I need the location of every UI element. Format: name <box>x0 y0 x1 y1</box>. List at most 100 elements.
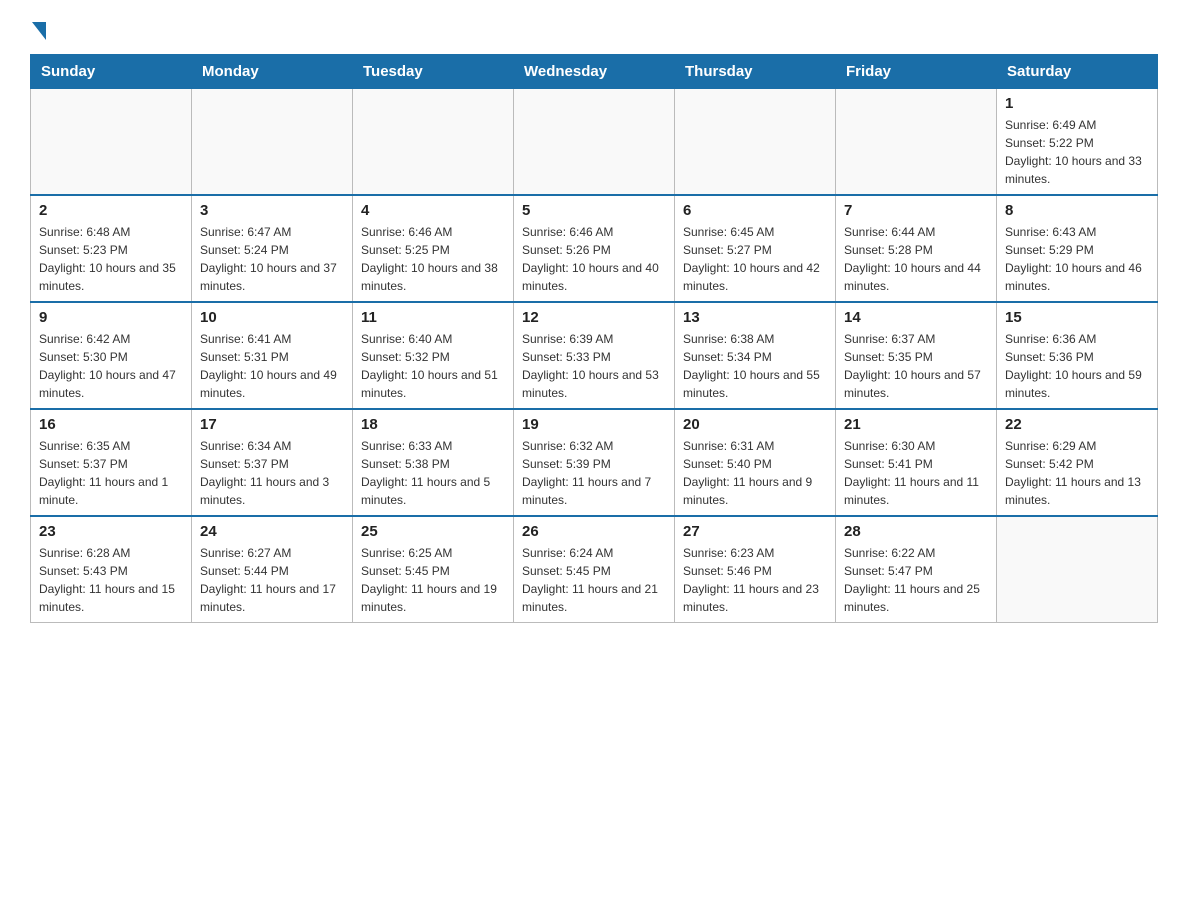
day-info: Sunrise: 6:28 AMSunset: 5:43 PMDaylight:… <box>39 544 183 616</box>
day-info: Sunrise: 6:40 AMSunset: 5:32 PMDaylight:… <box>361 330 505 402</box>
calendar-day-cell <box>514 89 675 196</box>
calendar-day-cell <box>836 89 997 196</box>
calendar-day-cell: 15Sunrise: 6:36 AMSunset: 5:36 PMDayligh… <box>997 302 1158 409</box>
day-info: Sunrise: 6:22 AMSunset: 5:47 PMDaylight:… <box>844 544 988 616</box>
day-number: 22 <box>1005 416 1149 433</box>
calendar-day-cell: 14 Sunrise: 6:37 AMSunset: 5:35 PMDayligh… <box>836 302 997 409</box>
day-of-week-header: Friday <box>836 55 997 89</box>
calendar-day-cell: 27 Sunrise: 6:23 AMSunset: 5:46 PMDayligh… <box>675 516 836 623</box>
day-number: 7 <box>844 202 988 219</box>
day-of-week-header: Thursday <box>675 55 836 89</box>
calendar-day-cell: 25 Sunrise: 6:25 AMSunset: 5:45 PMDayligh… <box>353 516 514 623</box>
calendar-day-cell: 28 Sunrise: 6:22 AMSunset: 5:47 PMDayligh… <box>836 516 997 623</box>
calendar-week-row: 2Sunrise: 6:48 AMSunset: 5:23 PMDaylight… <box>31 195 1158 302</box>
day-info: Sunrise: 6:33 AMSunset: 5:38 PMDaylight:… <box>361 437 505 509</box>
calendar-day-cell: 7 Sunrise: 6:44 AMSunset: 5:28 PMDaylight… <box>836 195 997 302</box>
day-number: 13 <box>683 309 827 326</box>
day-number: 20 <box>683 416 827 433</box>
calendar-day-cell <box>353 89 514 196</box>
calendar-day-cell: 21 Sunrise: 6:30 AMSunset: 5:41 PMDayligh… <box>836 409 997 516</box>
calendar-day-cell: 9 Sunrise: 6:42 AMSunset: 5:30 PMDaylight… <box>31 302 192 409</box>
day-info: Sunrise: 6:38 AMSunset: 5:34 PMDaylight:… <box>683 330 827 402</box>
calendar-week-row: 23 Sunrise: 6:28 AMSunset: 5:43 PMDayligh… <box>31 516 1158 623</box>
day-info: Sunrise: 6:42 AMSunset: 5:30 PMDaylight:… <box>39 330 183 402</box>
day-number: 14 <box>844 309 988 326</box>
day-info: Sunrise: 6:46 AMSunset: 5:25 PMDaylight:… <box>361 223 505 295</box>
day-info: Sunrise: 6:34 AMSunset: 5:37 PMDaylight:… <box>200 437 344 509</box>
calendar-day-cell: 6 Sunrise: 6:45 AMSunset: 5:27 PMDaylight… <box>675 195 836 302</box>
day-number: 16 <box>39 416 183 433</box>
day-info: Sunrise: 6:39 AMSunset: 5:33 PMDaylight:… <box>522 330 666 402</box>
day-info: Sunrise: 6:47 AMSunset: 5:24 PMDaylight:… <box>200 223 344 295</box>
calendar-day-cell: 3 Sunrise: 6:47 AMSunset: 5:24 PMDaylight… <box>192 195 353 302</box>
calendar-week-row: 1 Sunrise: 6:49 AMSunset: 5:22 PMDaylight… <box>31 89 1158 196</box>
day-number: 26 <box>522 523 666 540</box>
calendar-day-cell: 24 Sunrise: 6:27 AMSunset: 5:44 PMDayligh… <box>192 516 353 623</box>
day-info: Sunrise: 6:41 AMSunset: 5:31 PMDaylight:… <box>200 330 344 402</box>
day-number: 21 <box>844 416 988 433</box>
calendar-day-cell: 10 Sunrise: 6:41 AMSunset: 5:31 PMDayligh… <box>192 302 353 409</box>
day-info: Sunrise: 6:27 AMSunset: 5:44 PMDaylight:… <box>200 544 344 616</box>
day-info: Sunrise: 6:45 AMSunset: 5:27 PMDaylight:… <box>683 223 827 295</box>
calendar-day-cell: 18 Sunrise: 6:33 AMSunset: 5:38 PMDayligh… <box>353 409 514 516</box>
day-number: 4 <box>361 202 505 219</box>
calendar-day-cell: 8 Sunrise: 6:43 AMSunset: 5:29 PMDaylight… <box>997 195 1158 302</box>
day-info: Sunrise: 6:30 AMSunset: 5:41 PMDaylight:… <box>844 437 988 509</box>
day-number: 9 <box>39 309 183 326</box>
day-info: Sunrise: 6:49 AMSunset: 5:22 PMDaylight:… <box>1005 116 1149 188</box>
calendar-day-cell: 20 Sunrise: 6:31 AMSunset: 5:40 PMDayligh… <box>675 409 836 516</box>
calendar-day-cell: 2Sunrise: 6:48 AMSunset: 5:23 PMDaylight… <box>31 195 192 302</box>
calendar-day-cell: 16 Sunrise: 6:35 AMSunset: 5:37 PMDayligh… <box>31 409 192 516</box>
day-number: 5 <box>522 202 666 219</box>
day-number: 24 <box>200 523 344 540</box>
calendar-day-cell: 11 Sunrise: 6:40 AMSunset: 5:32 PMDayligh… <box>353 302 514 409</box>
day-number: 18 <box>361 416 505 433</box>
day-number: 10 <box>200 309 344 326</box>
day-number: 1 <box>1005 95 1149 112</box>
calendar-week-row: 9 Sunrise: 6:42 AMSunset: 5:30 PMDaylight… <box>31 302 1158 409</box>
calendar-day-cell: 4 Sunrise: 6:46 AMSunset: 5:25 PMDaylight… <box>353 195 514 302</box>
day-of-week-header: Wednesday <box>514 55 675 89</box>
day-info: Sunrise: 6:46 AMSunset: 5:26 PMDaylight:… <box>522 223 666 295</box>
page-header <box>30 20 1158 38</box>
calendar-day-cell: 23 Sunrise: 6:28 AMSunset: 5:43 PMDayligh… <box>31 516 192 623</box>
day-of-week-header: Sunday <box>31 55 192 89</box>
day-number: 27 <box>683 523 827 540</box>
calendar-day-cell <box>675 89 836 196</box>
calendar-day-cell: 19Sunrise: 6:32 AMSunset: 5:39 PMDayligh… <box>514 409 675 516</box>
day-number: 12 <box>522 309 666 326</box>
day-info: Sunrise: 6:48 AMSunset: 5:23 PMDaylight:… <box>39 223 183 295</box>
day-number: 6 <box>683 202 827 219</box>
day-number: 17 <box>200 416 344 433</box>
logo <box>30 20 46 38</box>
day-of-week-header: Tuesday <box>353 55 514 89</box>
calendar-day-cell: 26 Sunrise: 6:24 AMSunset: 5:45 PMDayligh… <box>514 516 675 623</box>
calendar-day-cell <box>192 89 353 196</box>
day-info: Sunrise: 6:43 AMSunset: 5:29 PMDaylight:… <box>1005 223 1149 295</box>
day-of-week-header: Monday <box>192 55 353 89</box>
day-number: 15 <box>1005 309 1149 326</box>
day-info: Sunrise: 6:37 AMSunset: 5:35 PMDaylight:… <box>844 330 988 402</box>
day-number: 3 <box>200 202 344 219</box>
calendar-day-cell <box>31 89 192 196</box>
logo-arrow-icon <box>32 22 46 40</box>
calendar-week-row: 16 Sunrise: 6:35 AMSunset: 5:37 PMDayligh… <box>31 409 1158 516</box>
day-number: 25 <box>361 523 505 540</box>
day-info: Sunrise: 6:44 AMSunset: 5:28 PMDaylight:… <box>844 223 988 295</box>
calendar-day-cell: 13 Sunrise: 6:38 AMSunset: 5:34 PMDayligh… <box>675 302 836 409</box>
day-info: Sunrise: 6:23 AMSunset: 5:46 PMDaylight:… <box>683 544 827 616</box>
day-info: Sunrise: 6:35 AMSunset: 5:37 PMDaylight:… <box>39 437 183 509</box>
day-number: 11 <box>361 309 505 326</box>
calendar-day-cell: 22Sunrise: 6:29 AMSunset: 5:42 PMDayligh… <box>997 409 1158 516</box>
day-info: Sunrise: 6:25 AMSunset: 5:45 PMDaylight:… <box>361 544 505 616</box>
calendar-day-cell: 12 Sunrise: 6:39 AMSunset: 5:33 PMDayligh… <box>514 302 675 409</box>
day-number: 28 <box>844 523 988 540</box>
day-info: Sunrise: 6:31 AMSunset: 5:40 PMDaylight:… <box>683 437 827 509</box>
day-of-week-header: Saturday <box>997 55 1158 89</box>
calendar-day-cell: 1 Sunrise: 6:49 AMSunset: 5:22 PMDaylight… <box>997 89 1158 196</box>
day-number: 8 <box>1005 202 1149 219</box>
calendar-table: SundayMondayTuesdayWednesdayThursdayFrid… <box>30 54 1158 623</box>
day-number: 23 <box>39 523 183 540</box>
calendar-day-cell: 5 Sunrise: 6:46 AMSunset: 5:26 PMDaylight… <box>514 195 675 302</box>
day-info: Sunrise: 6:24 AMSunset: 5:45 PMDaylight:… <box>522 544 666 616</box>
